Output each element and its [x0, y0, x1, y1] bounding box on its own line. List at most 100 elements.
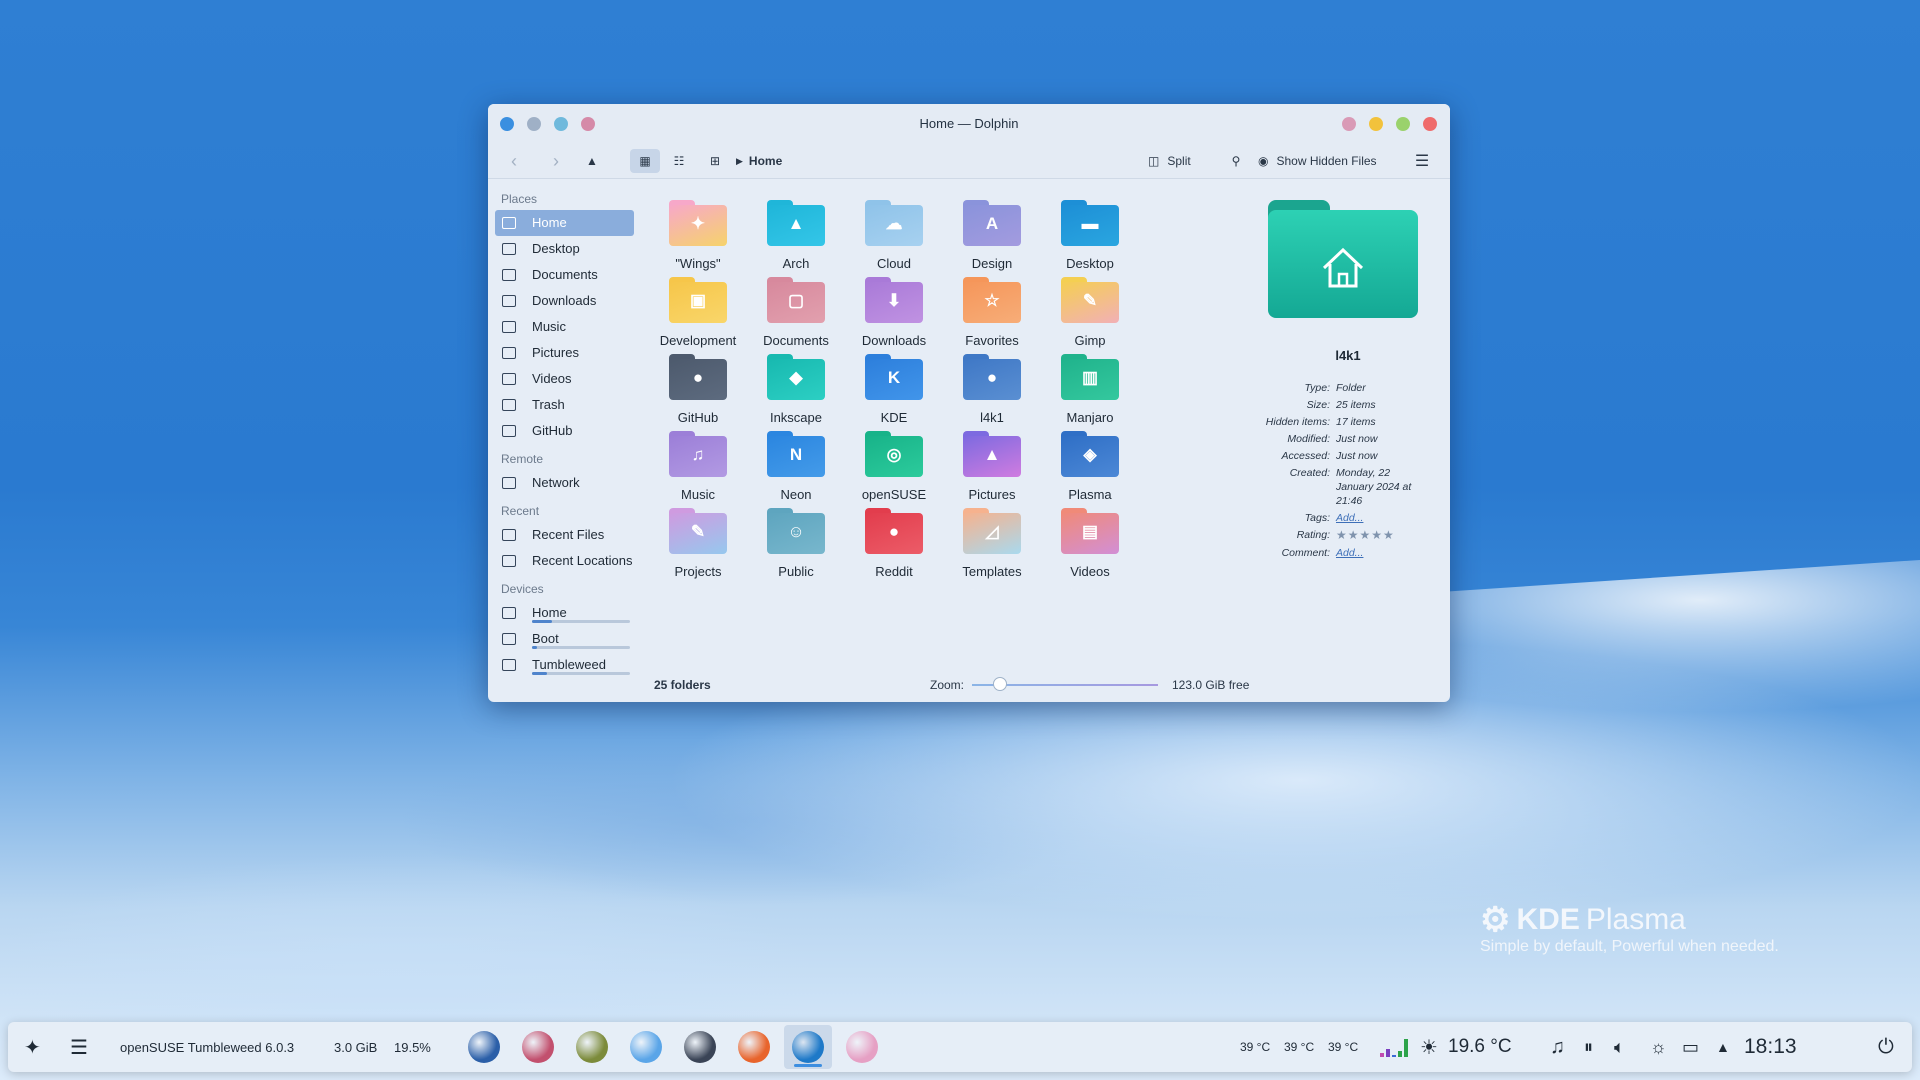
brightness-icon[interactable]: ☼: [1650, 1022, 1667, 1072]
search-button[interactable]: ⚲: [1224, 149, 1248, 173]
folder-label: "Wings": [675, 256, 721, 271]
system-monitor-icon[interactable]: [468, 1031, 500, 1063]
details-view-button[interactable]: ⊞: [702, 149, 728, 173]
sidebar-item-network[interactable]: Network: [495, 470, 634, 496]
info-row-size: Size: 25 items: [1258, 398, 1438, 412]
tray-expand-icon[interactable]: ▲: [1716, 1022, 1730, 1072]
dolphin-icon[interactable]: [792, 1031, 824, 1063]
sidebar-item-videos[interactable]: Videos: [495, 366, 634, 392]
discover-icon[interactable]: [630, 1031, 662, 1063]
back-button[interactable]: ‹: [502, 149, 526, 173]
sidebar-item-home[interactable]: Home: [495, 210, 634, 236]
headphones-icon[interactable]: ♫: [1550, 1022, 1565, 1072]
icons-view-button[interactable]: ▦: [630, 149, 660, 173]
folder-videos[interactable]: ▤ Videos: [1040, 508, 1140, 579]
add-link[interactable]: Add...: [1336, 511, 1422, 525]
kate-icon[interactable]: [846, 1031, 878, 1063]
volume-icon[interactable]: 🔈︎: [1614, 1022, 1625, 1072]
rating-stars[interactable]: ★★★★★: [1336, 528, 1422, 543]
sidebar-item-pictures[interactable]: Pictures: [495, 340, 634, 366]
folder-manjaro[interactable]: ▥ Manjaro: [1040, 354, 1140, 425]
sidebar-item-trash-label: Trash: [532, 397, 565, 412]
help-button[interactable]: [1342, 117, 1356, 131]
folder-label: openSUSE: [861, 487, 927, 502]
folder-music[interactable]: ♫ Music: [648, 431, 748, 502]
sidebar-item-recent-locations[interactable]: Recent Locations: [495, 548, 634, 574]
sidebar-item-recent-files[interactable]: Recent Files: [495, 522, 634, 548]
device-item-boot[interactable]: Boot: [495, 626, 634, 652]
window-title: Home — Dolphin: [919, 116, 1019, 131]
info-key: Accessed:: [1281, 450, 1330, 462]
folder-l4k1[interactable]: ● l4k1: [942, 354, 1042, 425]
folder-cloud[interactable]: ☁ Cloud: [844, 200, 944, 271]
sidebar-item-music[interactable]: Music: [495, 314, 634, 340]
add-link[interactable]: Add...: [1336, 546, 1422, 560]
media-pause-icon[interactable]: ⏸: [1584, 1022, 1593, 1072]
sidebar-item-desktop[interactable]: Desktop: [495, 236, 634, 262]
weather-sun-icon[interactable]: ☀: [1420, 1022, 1438, 1072]
zoom-slider[interactable]: [972, 677, 1158, 691]
folder-inkscape[interactable]: ◆ Inkscape: [746, 354, 846, 425]
folder-design[interactable]: A Design: [942, 200, 1042, 271]
weather-temperature[interactable]: 19.6 °C: [1448, 1022, 1512, 1072]
folder-arch[interactable]: ▲ Arch: [746, 200, 846, 271]
folder-kde[interactable]: K KDE: [844, 354, 944, 425]
folder-label: Gimp: [1074, 333, 1106, 348]
trash-icon: [502, 399, 516, 411]
folder-label: Cloud: [877, 256, 911, 271]
firefox-icon[interactable]: [738, 1031, 770, 1063]
folder-github[interactable]: ● GitHub: [648, 354, 748, 425]
folder-pictures[interactable]: ▲ Pictures: [942, 431, 1042, 502]
menu-button[interactable]: ☰: [1410, 149, 1434, 173]
compact-view-button[interactable]: ☷: [666, 149, 692, 173]
folder-gimp[interactable]: ✎ Gimp: [1040, 277, 1140, 348]
folder-icon: ●: [963, 354, 1021, 400]
folder-plasma[interactable]: ◈ Plasma: [1040, 431, 1140, 502]
application-launcher[interactable]: ✦: [24, 1022, 41, 1072]
power-icon[interactable]: ⏻: [1878, 1022, 1894, 1072]
folder-opensuse[interactable]: ◎ openSUSE: [844, 431, 944, 502]
close-button[interactable]: [1423, 117, 1437, 131]
breadcrumb[interactable]: ▶ Home: [736, 149, 782, 173]
info-value: Monday, 22 January 2024 at 21:46: [1336, 467, 1412, 507]
folder-label: Reddit: [875, 564, 913, 579]
titlebar[interactable]: Home — Dolphin: [488, 104, 1450, 144]
task-overview[interactable]: ☰: [70, 1022, 88, 1072]
up-button[interactable]: ▲: [580, 149, 604, 173]
folder-development[interactable]: ▣ Development: [648, 277, 748, 348]
folder-icon: ▲: [767, 200, 825, 246]
breadcrumb-home[interactable]: Home: [749, 154, 782, 168]
folder-label: Favorites: [965, 333, 1019, 348]
show-hidden-files-button[interactable]: ◉ Show Hidden Files: [1258, 149, 1377, 173]
folder-documents[interactable]: ▢ Documents: [746, 277, 846, 348]
folder-projects[interactable]: ✎ Projects: [648, 508, 748, 579]
folder-templates[interactable]: ◿ Templates: [942, 508, 1042, 579]
info-value: 25 items: [1336, 399, 1376, 411]
folder-reddit[interactable]: ● Reddit: [844, 508, 944, 579]
folder-desktop[interactable]: ▬ Desktop: [1040, 200, 1140, 271]
sidebar-item-documents[interactable]: Documents: [495, 262, 634, 288]
folder-wings[interactable]: ✦ "Wings": [648, 200, 748, 271]
launcher-icon: ✦: [24, 1036, 41, 1059]
sidebar-item-downloads[interactable]: Downloads: [495, 288, 634, 314]
folder-public[interactable]: ☺ Public: [746, 508, 846, 579]
folder-neon[interactable]: N Neon: [746, 431, 846, 502]
device-item-home[interactable]: Home: [495, 600, 634, 626]
game-icon[interactable]: [576, 1031, 608, 1063]
folder-label: Plasma: [1068, 487, 1112, 502]
folder-favorites[interactable]: ☆ Favorites: [942, 277, 1042, 348]
split-button[interactable]: ◫ Split: [1148, 149, 1191, 173]
sidebar-item-trash[interactable]: Trash: [495, 392, 634, 418]
dev-app-icon[interactable]: [522, 1031, 554, 1063]
zoom-slider-handle[interactable]: [992, 677, 1007, 691]
minimize-button[interactable]: [1369, 117, 1383, 131]
sidebar-item-github[interactable]: GitHub: [495, 418, 634, 444]
forward-button[interactable]: ›: [544, 149, 568, 173]
folder-downloads[interactable]: ⬇ Downloads: [844, 277, 944, 348]
network-graph-icon: [1378, 1022, 1412, 1072]
clock[interactable]: 18:13: [1744, 1022, 1797, 1072]
folder-label: Public: [778, 564, 814, 579]
maximize-button[interactable]: [1396, 117, 1410, 131]
network-icon[interactable]: ▭: [1682, 1022, 1699, 1072]
settings-app-icon[interactable]: [684, 1031, 716, 1063]
